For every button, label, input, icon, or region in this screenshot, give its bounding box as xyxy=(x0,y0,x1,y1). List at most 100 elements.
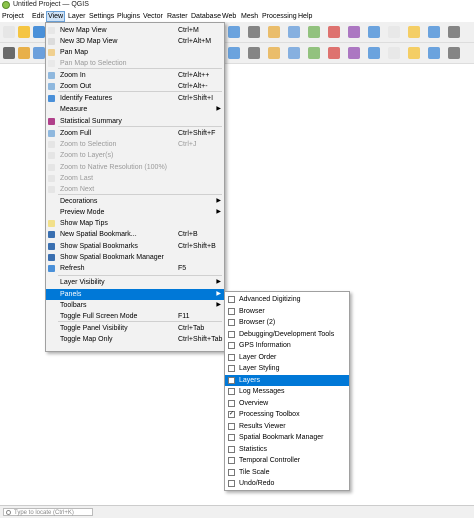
toolbar-tool-icon[interactable] xyxy=(368,26,380,38)
toolbar-tool-icon[interactable] xyxy=(18,47,30,59)
panel-item-temporal-controller[interactable]: Temporal Controller xyxy=(225,455,349,466)
menu-item-zoom-out[interactable]: Zoom Out Ctrl+Alt+- xyxy=(46,81,224,92)
toolbar-tool-icon[interactable] xyxy=(248,47,260,59)
checkbox-icon[interactable] xyxy=(228,399,235,407)
checkbox-icon[interactable] xyxy=(228,445,235,453)
menu-database[interactable]: Database xyxy=(190,12,222,21)
checkbox-icon[interactable] xyxy=(228,457,235,464)
menu-view[interactable]: View xyxy=(46,11,66,22)
panel-item-advanced-digitizing[interactable]: Advanced Digitizing xyxy=(225,294,349,305)
toolbar-tool-icon[interactable] xyxy=(388,26,400,38)
menu-plugins[interactable]: Plugins xyxy=(116,12,141,21)
toolbar-tool-icon[interactable] xyxy=(228,26,240,38)
menu-mesh[interactable]: Mesh xyxy=(240,12,259,21)
menu-item-zoom-full[interactable]: Zoom Full Ctrl+Shift+F xyxy=(46,128,224,139)
menu-item-pan-map-to-selection[interactable]: Pan Map to Selection xyxy=(46,58,224,69)
toolbar-tool-icon[interactable] xyxy=(308,47,320,59)
checkbox-icon[interactable] xyxy=(228,330,235,338)
menu-item-identify-features[interactable]: Identify Features Ctrl+Shift+I xyxy=(46,93,224,104)
menu-settings[interactable]: Settings xyxy=(88,12,115,21)
panel-item-layer-styling[interactable]: Layer Styling xyxy=(225,363,349,374)
menu-processing[interactable]: Processing xyxy=(261,12,298,21)
toolbar-tool-icon[interactable] xyxy=(408,47,420,59)
checkbox-icon[interactable] xyxy=(228,319,235,326)
menu-help[interactable]: Help xyxy=(297,12,313,21)
menu-item-zoom-to-native-resolution-100[interactable]: Zoom to Native Resolution (100%) xyxy=(46,162,224,173)
menu-item-show-spatial-bookmark-manager[interactable]: Show Spatial Bookmark Manager xyxy=(46,252,224,263)
toolbar-tool-icon[interactable] xyxy=(308,26,320,38)
menu-vector[interactable]: Vector xyxy=(142,12,164,21)
panel-item-layers[interactable]: Layers xyxy=(225,374,349,386)
menu-item-zoom-next[interactable]: Zoom Next xyxy=(46,184,224,195)
panel-item-statistics[interactable]: Statistics xyxy=(225,444,349,455)
checkbox-icon[interactable] xyxy=(228,307,235,315)
menu-item-show-map-tips[interactable]: Show Map Tips xyxy=(46,218,224,229)
panel-item-tile-scale[interactable]: Tile Scale xyxy=(225,467,349,478)
toolbar-tool-icon[interactable] xyxy=(328,47,340,59)
checkbox-checked-icon[interactable]: ✓ xyxy=(228,411,235,418)
toolbar-tool-icon[interactable] xyxy=(448,47,460,59)
menu-item-new-map-view[interactable]: New Map View Ctrl+M xyxy=(46,25,224,36)
menu-project[interactable]: Project xyxy=(1,12,25,21)
menu-item-decorations[interactable]: Decorations ▶ xyxy=(46,196,224,207)
menu-raster[interactable]: Raster xyxy=(166,12,189,21)
menu-item-zoom-last[interactable]: Zoom Last xyxy=(46,173,224,184)
menu-item-zoom-to-layer-s[interactable]: Zoom to Layer(s) xyxy=(46,150,224,161)
menu-item-new-spatial-bookmark[interactable]: New Spatial Bookmark... Ctrl+B xyxy=(46,229,224,240)
menu-item-preview-mode[interactable]: Preview Mode ▶ xyxy=(46,207,224,218)
toolbar-tool-icon[interactable] xyxy=(268,47,280,59)
menu-item-layer-visibility[interactable]: Layer Visibility ▶ xyxy=(46,277,224,288)
menu-item-zoom-in[interactable]: Zoom In Ctrl+Alt++ xyxy=(46,70,224,81)
toolbar-tool-icon[interactable] xyxy=(428,47,440,59)
toolbar-tool-icon[interactable] xyxy=(448,26,460,38)
menu-web[interactable]: Web xyxy=(221,12,237,21)
panel-item-results-viewer[interactable]: Results Viewer xyxy=(225,421,349,432)
menu-item-zoom-to-selection[interactable]: Zoom to Selection Ctrl+J xyxy=(46,139,224,150)
toolbar-tool-icon[interactable] xyxy=(348,47,360,59)
panel-item-spatial-bookmark-manager[interactable]: Spatial Bookmark Manager xyxy=(225,432,349,443)
menu-item-show-spatial-bookmarks[interactable]: Show Spatial Bookmarks Ctrl+Shift+B xyxy=(46,241,224,252)
checkbox-icon[interactable] xyxy=(228,434,235,441)
toolbar-tool-icon[interactable] xyxy=(368,47,380,59)
menu-item-new-3d-map-view[interactable]: New 3D Map View Ctrl+Alt+M xyxy=(46,36,224,47)
toolbar-tool-icon[interactable] xyxy=(288,47,300,59)
toolbar-tool-icon[interactable] xyxy=(288,26,300,38)
panel-item-debugging-development-tools[interactable]: Debugging/Development Tools xyxy=(225,329,349,340)
menu-item-refresh[interactable]: Refresh F5 xyxy=(46,263,224,274)
toolbar-tool-icon[interactable] xyxy=(3,47,15,59)
panel-item-overview[interactable]: Overview xyxy=(225,398,349,409)
menu-edit[interactable]: Edit xyxy=(31,12,45,21)
menu-item-panels[interactable]: Panels ▶ xyxy=(46,289,224,300)
menu-item-toggle-full-screen-mode[interactable]: Toggle Full Screen Mode F11 xyxy=(46,311,224,322)
checkbox-icon[interactable] xyxy=(228,353,235,361)
toolbar-tool-icon[interactable] xyxy=(408,26,420,38)
panel-item-gps-information[interactable]: GPS Information xyxy=(225,340,349,351)
panel-item-processing-toolbox[interactable]: ✓ Processing Toolbox xyxy=(225,409,349,420)
toolbar-tool-icon[interactable] xyxy=(248,26,260,38)
panel-item-browser[interactable]: Browser xyxy=(225,306,349,317)
panel-item-browser-2[interactable]: Browser (2) xyxy=(225,317,349,328)
menu-item-statistical-summary[interactable]: Statistical Summary xyxy=(46,116,224,127)
panel-item-log-messages[interactable]: Log Messages xyxy=(225,386,349,397)
checkbox-icon[interactable] xyxy=(228,388,235,395)
toolbar-tool-icon[interactable] xyxy=(33,47,45,59)
menu-item-toolbars[interactable]: Toolbars ▶ xyxy=(46,300,224,311)
toolbar-tool-icon[interactable] xyxy=(388,47,400,59)
toolbar-tool-icon[interactable] xyxy=(228,47,240,59)
toolbar-tool-icon[interactable] xyxy=(18,26,30,38)
toolbar-tool-icon[interactable] xyxy=(348,26,360,38)
checkbox-icon[interactable] xyxy=(228,296,235,303)
checkbox-icon[interactable] xyxy=(228,468,235,476)
menu-layer[interactable]: Layer xyxy=(67,12,87,21)
panel-item-undo-redo[interactable]: Undo/Redo xyxy=(225,478,349,489)
menu-item-toggle-map-only[interactable]: Toggle Map Only Ctrl+Shift+Tab xyxy=(46,334,224,345)
checkbox-icon[interactable] xyxy=(228,365,235,372)
menu-item-pan-map[interactable]: Pan Map xyxy=(46,47,224,58)
checkbox-icon[interactable] xyxy=(228,422,235,430)
menu-item-toggle-panel-visibility[interactable]: Toggle Panel Visibility Ctrl+Tab xyxy=(46,323,224,334)
toolbar-tool-icon[interactable] xyxy=(268,26,280,38)
checkbox-icon[interactable] xyxy=(228,480,235,487)
toolbar-tool-icon[interactable] xyxy=(3,26,15,38)
panel-item-layer-order[interactable]: Layer Order xyxy=(225,352,349,363)
toolbar-tool-icon[interactable] xyxy=(428,26,440,38)
